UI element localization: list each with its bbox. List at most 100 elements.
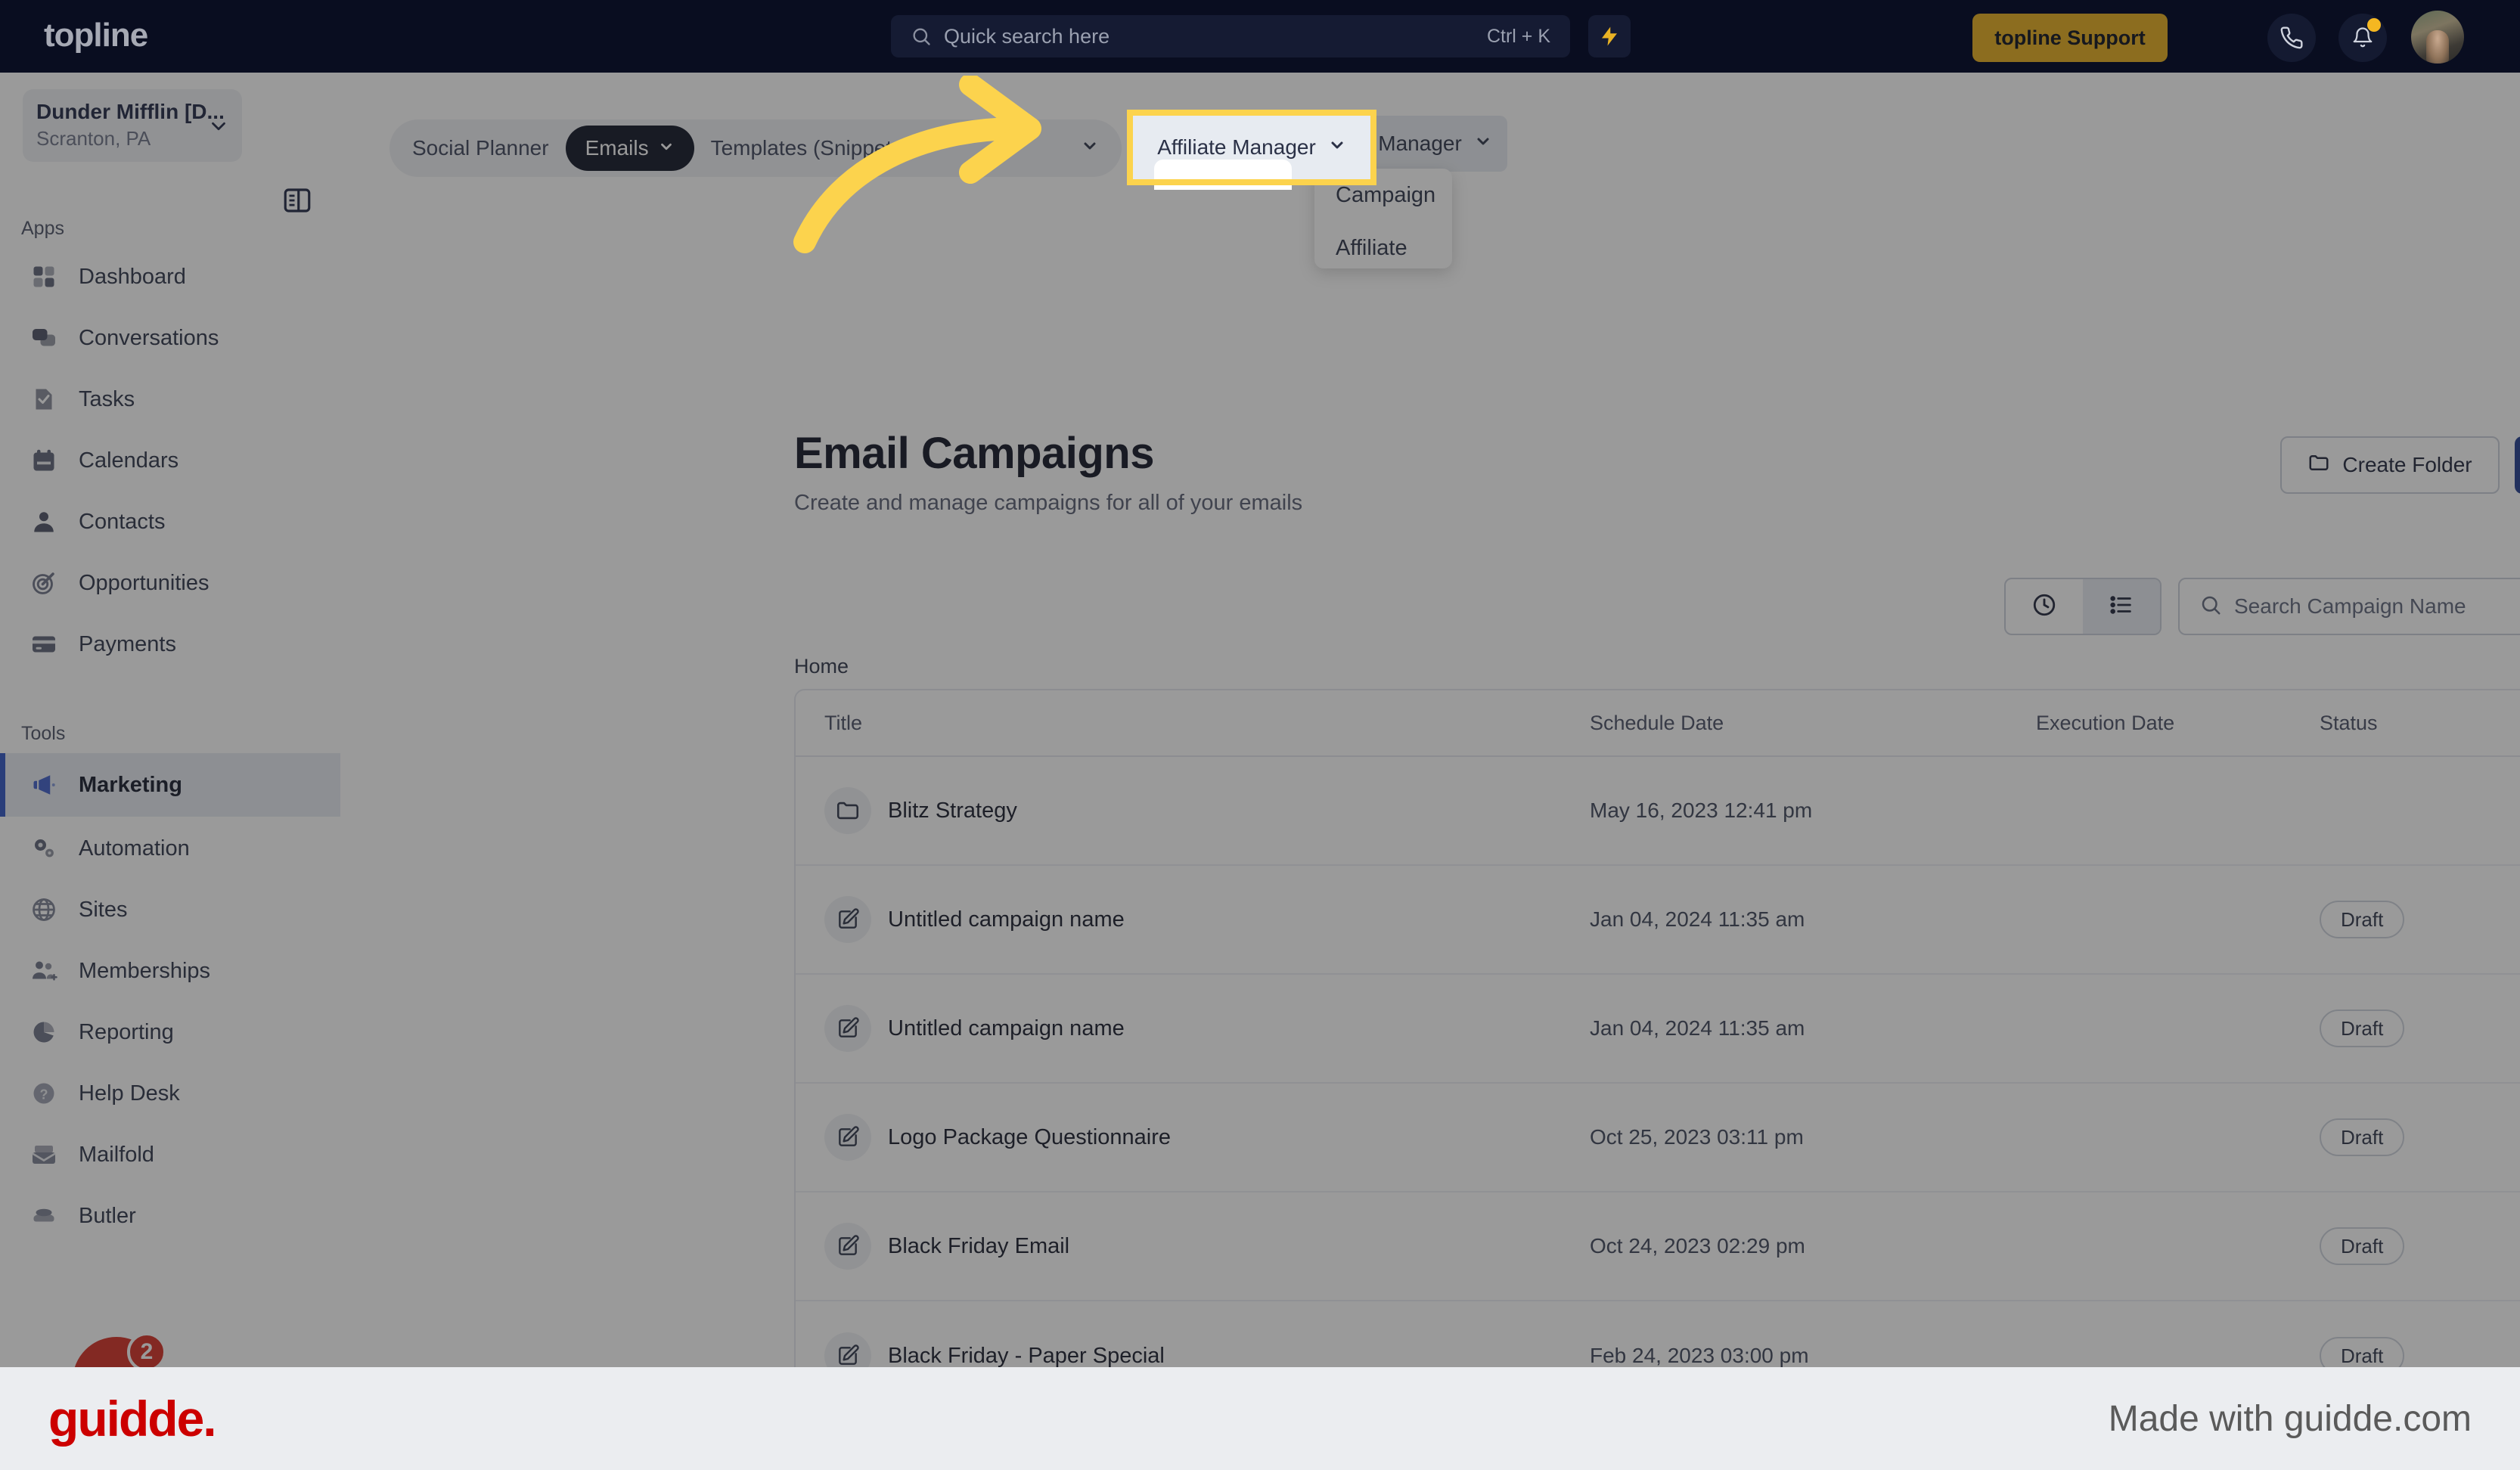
sidebar-item-help-desk[interactable]: ? Help Desk — [0, 1062, 340, 1125]
clock-icon — [2031, 592, 2057, 622]
table-row[interactable]: Untitled campaign name Jan 04, 2024 11:3… — [796, 975, 2520, 1084]
panel-toggle-icon[interactable] — [281, 185, 313, 220]
lightning-bolt-icon[interactable] — [1588, 15, 1631, 57]
sidebar-item-payments[interactable]: Payments — [0, 612, 340, 676]
sidebar-item-label: Reporting — [79, 1019, 174, 1044]
gears-icon — [29, 833, 59, 864]
row-title: Black Friday Email — [888, 1233, 1070, 1258]
account-switcher[interactable]: Dunder Mifflin [D... Scranton, PA — [23, 89, 242, 162]
sidebar-item-label: Contacts — [79, 509, 166, 534]
top-bar: topline Quick search here Ctrl + K topli… — [0, 0, 2520, 73]
search-campaign-input[interactable]: Search Campaign Name — [2178, 578, 2520, 635]
row-schedule-date: Jan 04, 2024 11:35 am — [1590, 1016, 1805, 1040]
sidebar-item-label: Help Desk — [79, 1081, 180, 1106]
sidebar-item-label: Conversations — [79, 325, 219, 350]
column-header-schedule-date: Schedule Date — [1590, 711, 1724, 734]
menu-item-affiliate[interactable]: Affiliate — [1314, 222, 1452, 268]
page-header: Email Campaigns Create and manage campai… — [794, 428, 1302, 516]
menu-item-label: Affiliate — [1336, 235, 1407, 260]
chat-bubbles-icon — [29, 323, 59, 353]
sidebar-item-label: Marketing — [79, 772, 182, 797]
row-title: Untitled campaign name — [888, 1016, 1125, 1040]
svg-text:?: ? — [40, 1087, 48, 1102]
target-icon — [29, 568, 59, 598]
sidebar-item-marketing[interactable]: Marketing — [0, 753, 340, 817]
sidebar-item-label: Sites — [79, 897, 128, 922]
sidebar-item-automation[interactable]: Automation — [0, 817, 340, 880]
table-row[interactable]: Logo Package Questionnaire Oct 25, 2023 … — [796, 1084, 2520, 1192]
folder-icon — [824, 787, 871, 834]
edit-document-icon — [824, 1114, 871, 1161]
table-row[interactable]: Untitled campaign name Jan 04, 2024 11:3… — [796, 866, 2520, 975]
status-badge: Draft — [2320, 1227, 2405, 1265]
create-folder-button[interactable]: Create Folder — [2280, 436, 2500, 494]
guidde-footer: guidde. Made with guidde.com — [0, 1367, 2520, 1470]
sidebar-item-label: Payments — [79, 631, 176, 656]
sidebar: Dunder Mifflin [D... Scranton, PA Apps D… — [0, 73, 340, 1425]
table-row[interactable]: Blitz Strategy May 16, 2023 12:41 pm — [796, 757, 2520, 866]
affiliate-manager-highlight[interactable]: Affiliate Manager — [1127, 110, 1376, 190]
tab-label: Emails — [585, 136, 649, 160]
tab-social-planner[interactable]: Social Planner — [396, 126, 566, 171]
support-button[interactable]: topline Support — [1972, 14, 2168, 62]
search-icon — [2199, 594, 2222, 620]
edit-document-icon — [824, 1223, 871, 1270]
sidebar-item-butler[interactable]: Butler — [0, 1184, 340, 1248]
app-logo[interactable]: topline — [44, 17, 148, 54]
tab-label: Social Planner — [412, 136, 549, 160]
sidebar-item-label: Tasks — [79, 386, 135, 411]
breadcrumb[interactable]: Home — [794, 655, 849, 678]
new-button[interactable]: New — [2515, 436, 2520, 494]
task-check-icon — [29, 384, 59, 414]
sidebar-item-calendars[interactable]: Calendars — [0, 429, 340, 492]
page-title: Email Campaigns — [794, 429, 1154, 478]
sidebar-item-label: Memberships — [79, 958, 211, 983]
list-view-button[interactable] — [2083, 579, 2160, 634]
sidebar-item-dashboard[interactable]: Dashboard — [0, 245, 340, 309]
chevron-down-icon — [207, 115, 230, 141]
support-label: topline Support — [1994, 26, 2146, 49]
person-icon — [29, 507, 59, 537]
sidebar-item-tasks[interactable]: Tasks — [0, 368, 340, 431]
history-view-button[interactable] — [2006, 579, 2083, 634]
row-title: Blitz Strategy — [888, 798, 1017, 823]
butler-icon — [29, 1201, 59, 1231]
quick-search-shortcut: Ctrl + K — [1486, 25, 1550, 47]
status-badge: Draft — [2320, 901, 2405, 938]
sidebar-item-mailfold[interactable]: Mailfold — [0, 1123, 340, 1186]
notification-dot — [2367, 18, 2381, 32]
sidebar-item-opportunities[interactable]: Opportunities — [0, 551, 340, 615]
made-with-label: Made with guidde.com — [2108, 1398, 2472, 1439]
search-icon — [911, 26, 932, 47]
phone-icon[interactable] — [2267, 14, 2316, 62]
sidebar-item-sites[interactable]: Sites — [0, 878, 340, 941]
status-badge: Draft — [2320, 1009, 2405, 1047]
tab-emails[interactable]: Emails — [565, 126, 694, 171]
sidebar-item-label: Opportunities — [79, 570, 209, 595]
bell-icon[interactable] — [2338, 14, 2387, 62]
table-row[interactable]: Black Friday - Paper Special Feb 24, 202… — [796, 1301, 2520, 1367]
sidebar-item-conversations[interactable]: Conversations — [0, 306, 340, 370]
sidebar-section-apps: Apps — [21, 218, 64, 239]
sidebar-item-label: Calendars — [79, 448, 179, 473]
row-schedule-date: Jan 04, 2024 11:35 am — [1590, 907, 1805, 931]
sidebar-item-reporting[interactable]: Reporting — [0, 1000, 340, 1064]
row-title: Logo Package Questionnaire — [888, 1124, 1172, 1149]
column-header-title: Title — [824, 711, 863, 734]
edit-document-icon — [824, 896, 871, 943]
quick-search-placeholder: Quick search here — [944, 24, 1110, 48]
row-title: Black Friday - Paper Special — [888, 1343, 1165, 1368]
page-subtitle: Create and manage campaigns for all of y… — [794, 491, 1303, 515]
avatar[interactable] — [2411, 11, 2464, 64]
megaphone-icon — [29, 770, 59, 800]
quick-search-input[interactable]: Quick search here Ctrl + K — [891, 15, 1570, 57]
create-folder-label: Create Folder — [2342, 453, 2472, 476]
sidebar-section-tools: Tools — [21, 723, 66, 744]
sidebar-item-memberships[interactable]: Memberships — [0, 939, 340, 1003]
pie-chart-icon — [29, 1017, 59, 1047]
table-row[interactable]: Black Friday Email Oct 24, 2023 02:29 pm… — [796, 1192, 2520, 1301]
sidebar-item-label: Butler — [79, 1203, 136, 1228]
account-name: Dunder Mifflin [D... — [36, 100, 225, 123]
sidebar-item-contacts[interactable]: Contacts — [0, 490, 340, 554]
highlight-border — [1127, 110, 1376, 185]
